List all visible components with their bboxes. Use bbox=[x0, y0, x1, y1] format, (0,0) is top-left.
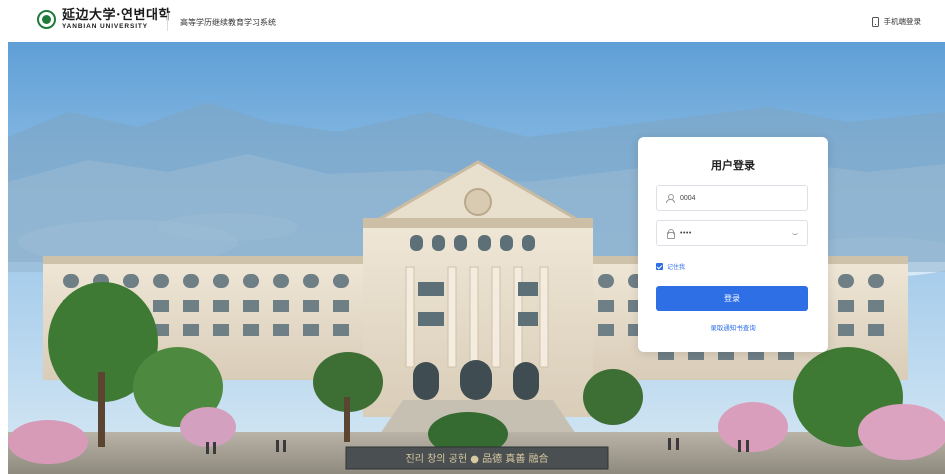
admission-query-link[interactable]: 录取通知书查询 bbox=[638, 322, 828, 332]
university-logo[interactable]: 延边大学·연변대학 YANBIAN UNIVERSITY bbox=[37, 9, 171, 31]
plaque-inscription: 진리 창의 공헌 ● 品德 真善 融合 bbox=[406, 452, 549, 465]
logo-english-name: YANBIAN UNIVERSITY bbox=[62, 23, 149, 30]
login-title: 用户登录 bbox=[711, 160, 755, 172]
mobile-login-link[interactable]: 手机端登录 bbox=[871, 16, 922, 27]
university-emblem-icon bbox=[37, 10, 56, 30]
header-divider bbox=[167, 13, 168, 31]
user-icon bbox=[666, 194, 675, 203]
mobile-login-label: 手机端登录 bbox=[883, 17, 922, 26]
password-field[interactable]: •••• bbox=[656, 220, 808, 246]
login-button[interactable]: 登录 bbox=[656, 286, 808, 311]
remember-checkbox[interactable] bbox=[656, 263, 663, 270]
logo-chinese-name: 延边大学·연변대학 bbox=[62, 8, 171, 23]
phone-icon bbox=[871, 16, 879, 27]
username-field[interactable]: 0004 bbox=[656, 185, 808, 211]
top-header: 延边大学·연변대학 YANBIAN UNIVERSITY 高等学历继续教育学习系… bbox=[0, 0, 945, 42]
remember-label: 记住我 bbox=[667, 265, 686, 271]
remember-me[interactable]: 记住我 bbox=[656, 262, 685, 271]
lock-icon bbox=[666, 229, 675, 239]
username-value: 0004 bbox=[680, 194, 696, 202]
entrance-arches bbox=[413, 360, 539, 400]
system-title: 高等学历继续教育学习系统 bbox=[180, 18, 276, 27]
password-value: •••• bbox=[680, 229, 692, 237]
pediment-emblem bbox=[464, 188, 492, 216]
eye-closed-icon[interactable] bbox=[792, 232, 798, 235]
